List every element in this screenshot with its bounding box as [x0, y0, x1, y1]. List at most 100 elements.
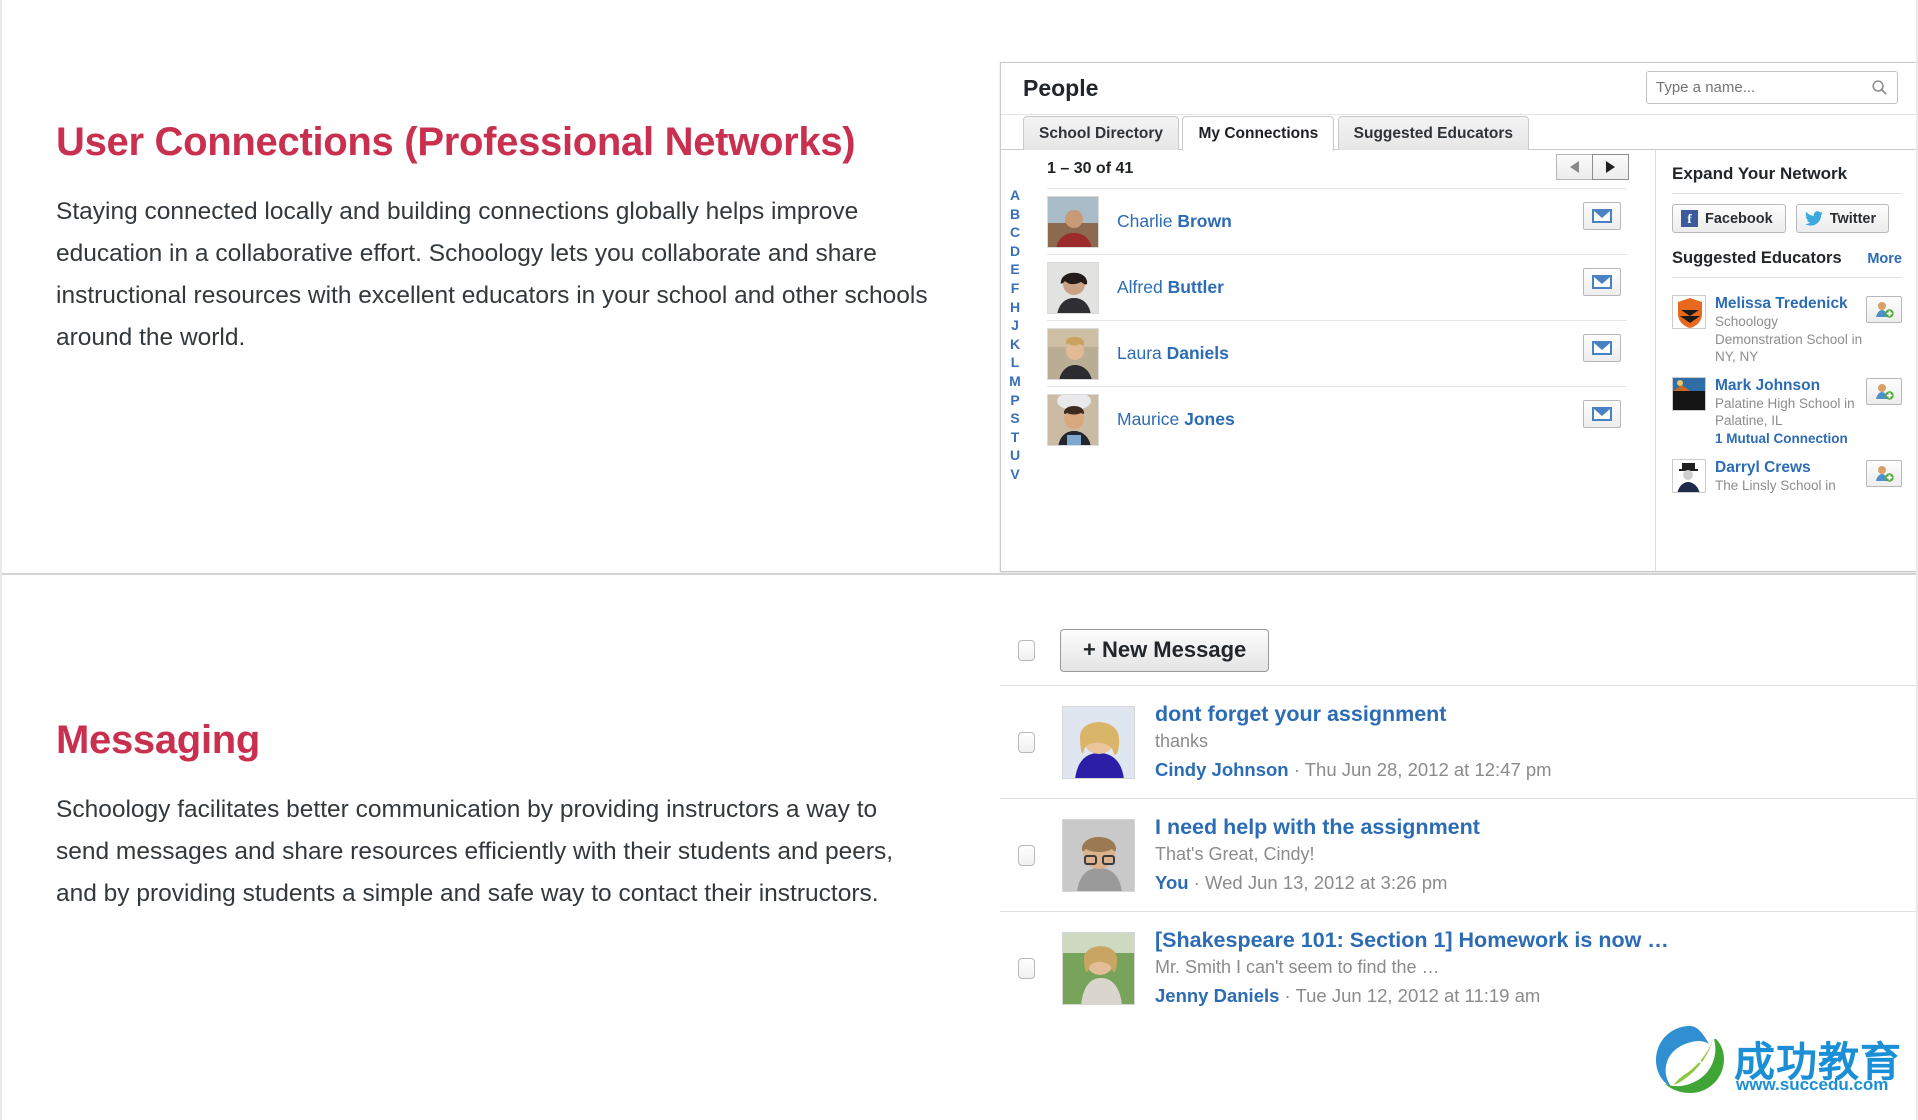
message-checkbox[interactable]	[1018, 845, 1035, 866]
suggested-educator-row[interactable]: Darryl Crews The Linsly School in	[1672, 452, 1902, 499]
tab-suggested-educators[interactable]: Suggested Educators	[1338, 116, 1529, 150]
tab-my-connections[interactable]: My Connections	[1182, 116, 1334, 151]
message-row[interactable]: [Shakespeare 101: Section 1] Homework is…	[1000, 911, 1918, 1024]
people-header: People	[1001, 63, 1918, 115]
message-timestamp: · Thu Jun 28, 2012 at 12:47 pm	[1289, 759, 1552, 780]
alpha-letter[interactable]: H	[1001, 298, 1029, 317]
connection-name[interactable]: Laura Daniels	[1117, 343, 1229, 364]
message-checkbox[interactable]	[1018, 958, 1035, 979]
search-input[interactable]	[1656, 72, 1856, 103]
add-connection-button[interactable]	[1866, 296, 1902, 323]
facebook-icon: f	[1681, 210, 1698, 227]
message-subject[interactable]: I need help with the assignment	[1155, 813, 1480, 841]
twitter-button[interactable]: Twitter	[1796, 204, 1889, 233]
divider	[1672, 193, 1902, 194]
next-page-button[interactable]	[1592, 154, 1629, 180]
suggested-educator-name[interactable]: Darryl Crews	[1715, 459, 1863, 477]
send-message-button[interactable]	[1583, 334, 1621, 362]
alpha-letter[interactable]: B	[1001, 205, 1029, 224]
connection-name[interactable]: Maurice Jones	[1117, 409, 1235, 430]
suggested-educator-row[interactable]: Mark Johnson Palatine High School in Pal…	[1672, 370, 1902, 452]
select-all-checkbox[interactable]	[1018, 640, 1035, 661]
avatar	[1672, 377, 1706, 411]
connection-row[interactable]: Laura Daniels	[1047, 320, 1627, 386]
avatar	[1672, 459, 1706, 493]
section-user-connections: User Connections (Professional Networks)…	[56, 120, 936, 359]
message-content: [Shakespeare 101: Section 1] Homework is…	[1155, 926, 1669, 1010]
tab-school-directory[interactable]: School Directory	[1023, 116, 1179, 150]
suggested-educator-name[interactable]: Melissa Tredenick	[1715, 295, 1863, 313]
result-count: 1 – 30 of 41	[1047, 160, 1133, 178]
new-message-button[interactable]: + New Message	[1060, 629, 1269, 672]
send-message-button[interactable]	[1583, 202, 1621, 230]
alpha-letter[interactable]: K	[1001, 335, 1029, 354]
suggested-educator-info: Mark Johnson Palatine High School in Pal…	[1715, 377, 1863, 448]
alpha-letter[interactable]: E	[1001, 260, 1029, 279]
message-subject[interactable]: dont forget your assignment	[1155, 700, 1552, 728]
connection-name[interactable]: Charlie Brown	[1117, 211, 1232, 232]
search-box[interactable]	[1646, 71, 1898, 104]
alpha-letter[interactable]: D	[1001, 242, 1029, 261]
watermark: 成功教育 www.succedu.com	[1652, 1023, 1914, 1103]
avatar	[1047, 328, 1099, 380]
connection-row[interactable]: Maurice Jones	[1047, 386, 1627, 452]
suggested-educator-school: The Linsly School in	[1715, 477, 1863, 495]
triangle-left-icon	[1570, 161, 1579, 173]
expand-network-title: Expand Your Network	[1672, 164, 1902, 184]
avatar	[1672, 295, 1706, 329]
message-sender[interactable]: Cindy Johnson	[1155, 759, 1289, 780]
alpha-letter[interactable]: M	[1001, 372, 1029, 391]
avatar	[1062, 819, 1135, 892]
page-root: User Connections (Professional Networks)…	[0, 0, 1918, 1120]
connection-row[interactable]: Charlie Brown	[1047, 188, 1627, 254]
connection-row[interactable]: Alfred Buttler	[1047, 254, 1627, 320]
envelope-icon	[1592, 407, 1612, 421]
suggested-educator-row[interactable]: Melissa Tredenick Schoology Demonstratio…	[1672, 288, 1902, 370]
add-connection-button[interactable]	[1866, 378, 1902, 405]
suggested-educator-name[interactable]: Mark Johnson	[1715, 377, 1863, 395]
message-timestamp: · Wed Jun 13, 2012 at 3:26 pm	[1189, 872, 1448, 893]
envelope-icon	[1592, 209, 1612, 223]
section-divider	[0, 573, 1918, 575]
alpha-letter[interactable]: L	[1001, 353, 1029, 372]
message-content: dont forget your assignment thanks Cindy…	[1155, 700, 1552, 784]
message-preview: thanks	[1155, 728, 1552, 755]
alphabet-index[interactable]: A B C D E F H J K L M P S T U V	[1001, 150, 1029, 572]
add-connection-button[interactable]	[1866, 460, 1902, 487]
alpha-letter[interactable]: A	[1001, 186, 1029, 205]
alpha-letter[interactable]: U	[1001, 446, 1029, 465]
people-title: People	[1023, 75, 1098, 102]
mutual-connections-link[interactable]: 1 Mutual Connection	[1715, 430, 1863, 448]
add-person-icon	[1875, 383, 1894, 400]
send-message-button[interactable]	[1583, 268, 1621, 296]
message-preview: Mr. Smith I can't seem to find the …	[1155, 954, 1669, 981]
alpha-letter[interactable]: C	[1001, 223, 1029, 242]
alpha-letter[interactable]: S	[1001, 409, 1029, 428]
facebook-button[interactable]: f Facebook	[1672, 204, 1786, 233]
alpha-letter[interactable]: F	[1001, 279, 1029, 298]
suggested-more-link[interactable]: More	[1867, 251, 1902, 267]
alpha-letter[interactable]: P	[1001, 391, 1029, 410]
message-checkbox[interactable]	[1018, 732, 1035, 753]
triangle-right-icon	[1606, 161, 1615, 173]
alpha-letter[interactable]: T	[1001, 428, 1029, 447]
alpha-letter[interactable]: J	[1001, 316, 1029, 335]
message-meta: Cindy Johnson · Thu Jun 28, 2012 at 12:4…	[1155, 755, 1552, 784]
suggested-educator-info: Darryl Crews The Linsly School in	[1715, 459, 1863, 495]
envelope-icon	[1592, 341, 1612, 355]
message-row[interactable]: dont forget your assignment thanks Cindy…	[1000, 685, 1918, 798]
message-sender[interactable]: Jenny Daniels	[1155, 985, 1279, 1006]
message-subject[interactable]: [Shakespeare 101: Section 1] Homework is…	[1155, 926, 1669, 954]
send-message-button[interactable]	[1583, 400, 1621, 428]
prev-page-button[interactable]	[1556, 154, 1593, 180]
message-sender[interactable]: You	[1155, 872, 1189, 893]
alpha-letter[interactable]: V	[1001, 465, 1029, 484]
message-row[interactable]: I need help with the assignment That's G…	[1000, 798, 1918, 911]
people-app-screenshot: People School Directory My Connections S…	[1000, 62, 1918, 572]
message-timestamp: · Tue Jun 12, 2012 at 11:19 am	[1279, 985, 1540, 1006]
suggested-educators-title: Suggested Educators	[1672, 249, 1842, 268]
people-tabs: School Directory My Connections Suggeste…	[1001, 115, 1918, 150]
avatar	[1062, 706, 1135, 779]
message-content: I need help with the assignment That's G…	[1155, 813, 1480, 897]
connection-name[interactable]: Alfred Buttler	[1117, 277, 1224, 298]
